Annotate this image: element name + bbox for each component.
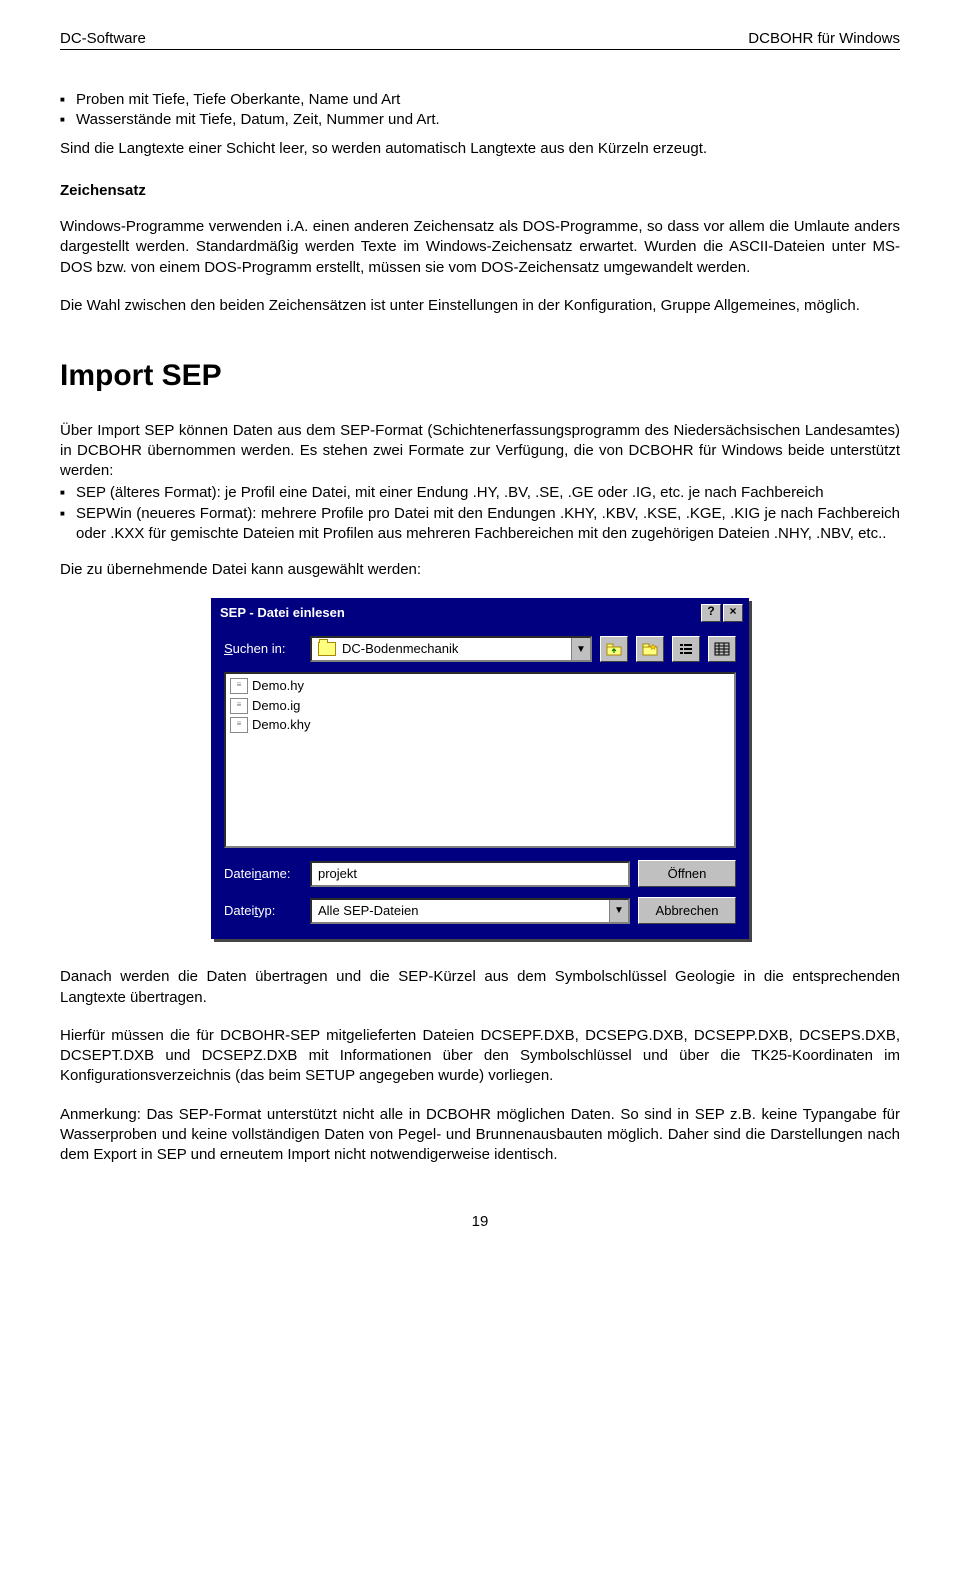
paragraph: Über Import SEP können Daten aus dem SEP… [60, 421, 900, 482]
file-list-item[interactable]: ≡ Demo.hy [228, 676, 732, 696]
heading-import-sep: Import SEP [60, 356, 900, 397]
dialog-title: SEP - Datei einlesen [220, 604, 345, 622]
new-folder-icon [642, 642, 658, 656]
chevron-down-icon[interactable]: ▼ [609, 900, 628, 922]
file-name: Demo.hy [252, 677, 304, 695]
filetype-label: Dateityp: [224, 902, 302, 920]
file-icon: ≡ [230, 717, 248, 733]
paragraph: Danach werden die Daten übertragen und d… [60, 967, 900, 1008]
list-item: Wasserstände mit Tiefe, Datum, Zeit, Num… [60, 110, 900, 130]
paragraph: Windows-Programme verwenden i.A. einen a… [60, 217, 900, 278]
up-one-level-button[interactable] [600, 636, 628, 662]
list-item: SEPWin (neueres Format): mehrere Profile… [60, 504, 900, 545]
cancel-button[interactable]: Abbrechen [638, 897, 736, 924]
folder-combo[interactable]: DC-Bodenmechanik ▼ [310, 636, 592, 662]
filetype-combo[interactable]: Alle SEP-Dateien ▼ [310, 898, 630, 924]
folder-icon [318, 642, 336, 656]
help-button[interactable]: ? [701, 604, 721, 622]
list-view-icon [678, 642, 694, 656]
filename-label: Dateiname: [224, 865, 302, 883]
file-name: Demo.ig [252, 697, 300, 715]
filename-input[interactable]: projekt [310, 861, 630, 887]
intro-bullets: Proben mit Tiefe, Tiefe Oberkante, Name … [60, 90, 900, 131]
list-item: Proben mit Tiefe, Tiefe Oberkante, Name … [60, 90, 900, 110]
open-button[interactable]: Öffnen [638, 860, 736, 887]
list-view-button[interactable] [672, 636, 700, 662]
page-number: 19 [60, 1213, 900, 1230]
page-header: DC-Software DCBOHR für Windows [60, 30, 900, 50]
file-icon: ≡ [230, 678, 248, 694]
filetype-value: Alle SEP-Dateien [318, 902, 418, 920]
file-icon: ≡ [230, 698, 248, 714]
file-list[interactable]: ≡ Demo.hy ≡ Demo.ig ≡ Demo.khy [224, 672, 736, 848]
file-list-item[interactable]: ≡ Demo.ig [228, 696, 732, 716]
paragraph: Die Wahl zwischen den beiden Zeichensätz… [60, 296, 900, 316]
folder-name: DC-Bodenmechanik [342, 640, 458, 658]
new-folder-button[interactable] [636, 636, 664, 662]
import-sep-bullets: SEP (älteres Format): je Profil eine Dat… [60, 483, 900, 544]
search-in-label: Suchen in: [224, 640, 302, 658]
list-item: SEP (älteres Format): je Profil eine Dat… [60, 483, 900, 503]
dialog-titlebar[interactable]: SEP - Datei einlesen ? × [214, 601, 746, 626]
paragraph: Anmerkung: Das SEP-Format unterstützt ni… [60, 1105, 900, 1166]
filename-value: projekt [318, 865, 357, 883]
paragraph: Hierfür müssen die für DCBOHR-SEP mitgel… [60, 1026, 900, 1087]
file-name: Demo.khy [252, 716, 311, 734]
section-title-zeichensatz: Zeichensatz [60, 181, 900, 201]
header-left: DC-Software [60, 30, 146, 47]
details-view-button[interactable] [708, 636, 736, 662]
chevron-down-icon[interactable]: ▼ [571, 638, 590, 660]
up-folder-icon [606, 642, 622, 656]
close-button[interactable]: × [723, 604, 743, 622]
sep-file-dialog: SEP - Datei einlesen ? × Suchen in: DC-B… [211, 598, 749, 939]
paragraph: Die zu übernehmende Datei kann ausgewähl… [60, 560, 900, 580]
file-list-item[interactable]: ≡ Demo.khy [228, 715, 732, 735]
intro-paragraph: Sind die Langtexte einer Schicht leer, s… [60, 139, 900, 159]
header-right: DCBOHR für Windows [748, 30, 900, 47]
details-view-icon [714, 642, 730, 656]
